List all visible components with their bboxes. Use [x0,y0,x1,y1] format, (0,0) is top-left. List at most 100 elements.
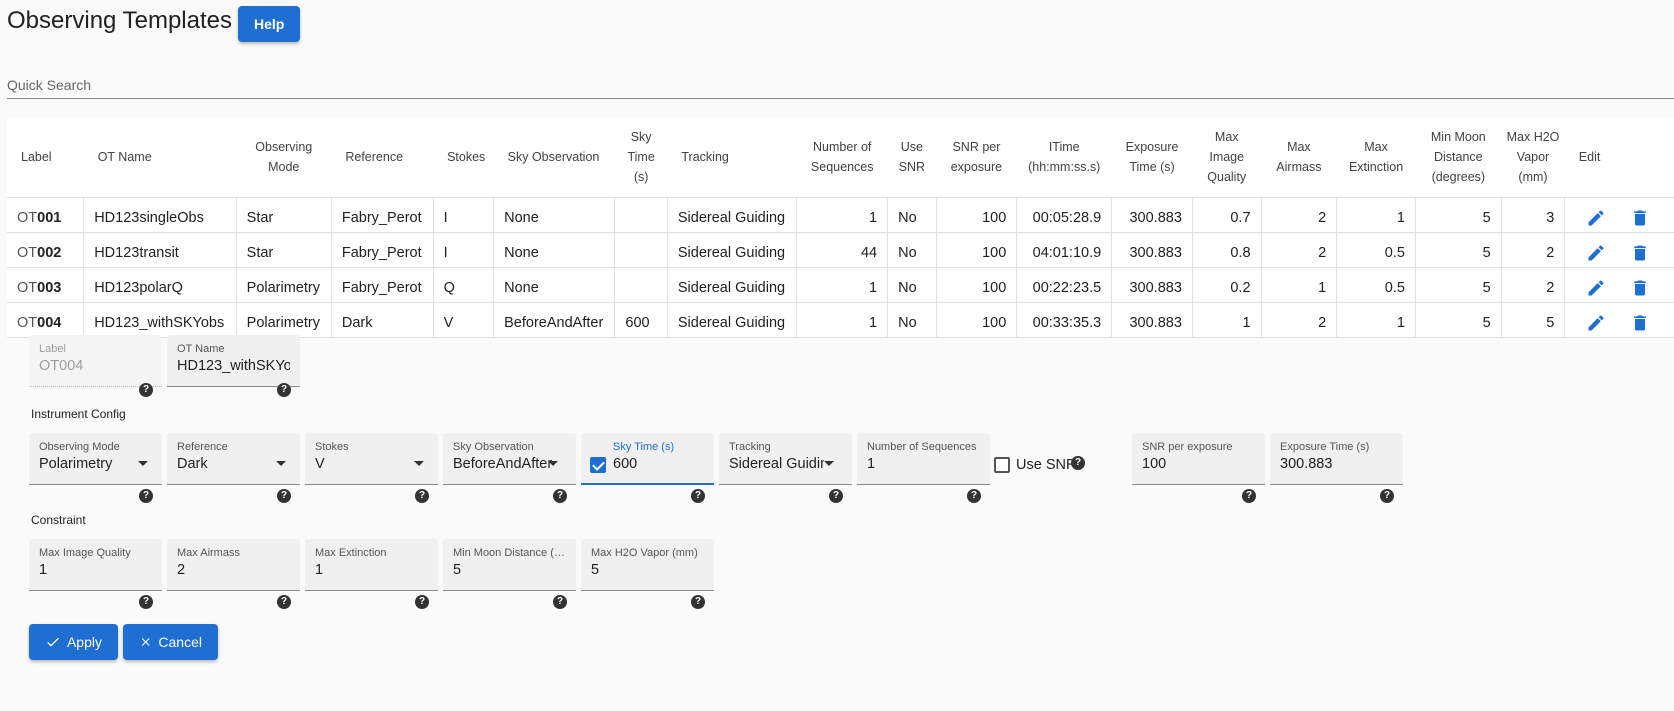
constraint-title: Constraint [31,513,86,527]
col-reference[interactable]: Reference [331,117,434,198]
cell-max-extinction: 1 [1336,302,1416,338]
max-airmass-input[interactable]: 2 [177,562,290,578]
tracking-select[interactable]: Tracking Sidereal Guiding [719,433,852,485]
col-label[interactable]: Label [7,117,84,198]
ot-name-input[interactable]: HD123_withSKYobs [177,358,290,374]
col-snr-per-exposure[interactable]: SNR per exposure [936,117,1017,198]
col-observing-mode[interactable]: Observing Mode [236,117,332,198]
num-sequences-input[interactable]: 1 [867,456,980,472]
trash-icon[interactable] [1629,207,1651,229]
label-number: 004 [37,314,62,331]
col-itime[interactable]: ITime (hh:mm:ss.s) [1016,117,1112,198]
help-icon-stokes[interactable]: ? [415,489,429,503]
apply-button[interactable]: Apply [29,624,118,660]
help-icon-max-h2o-vapor[interactable]: ? [691,595,705,609]
trash-icon[interactable] [1629,277,1651,299]
table-row[interactable]: OT004 HD123_withSKYobs Polarimetry Dark … [7,302,1674,338]
max-h2o-vapor-input[interactable]: 5 [591,562,704,578]
pencil-icon[interactable] [1585,312,1607,334]
trash-icon[interactable] [1629,312,1651,334]
label-prefix: OT [17,244,38,261]
help-icon-label[interactable]: ? [139,383,153,397]
help-icon-observing-mode[interactable]: ? [139,489,153,503]
pencil-icon[interactable] [1585,242,1607,264]
max-image-quality-input[interactable]: 1 [39,562,152,578]
cell-max-image-quality: 0.7 [1192,197,1262,233]
max-extinction-field[interactable]: Max Extinction 1 [305,539,438,591]
observing-mode-select[interactable]: Observing Mode Polarimetry [29,433,162,485]
col-sky-observation[interactable]: Sky Observation [493,117,615,198]
sky-time-input[interactable]: 600 [613,456,704,472]
trash-icon[interactable] [1629,242,1651,264]
num-sequences-field[interactable]: Number of Sequences 1 [857,433,990,485]
help-button[interactable]: Help [238,6,301,42]
max-image-quality-field[interactable]: Max Image Quality 1 [29,539,162,591]
help-icon-snr-per-exposure[interactable]: ? [1242,489,1256,503]
label-prefix: OT [17,279,38,296]
close-icon [141,638,150,646]
exposure-time-field[interactable]: Exposure Time (s) 300.883 [1270,433,1403,485]
exposure-time-input[interactable]: 300.883 [1280,456,1393,472]
max-h2o-vapor-field[interactable]: Max H2O Vapor (mm) 5 [581,539,714,591]
col-tracking[interactable]: Tracking [667,117,797,198]
help-icon-use-snr[interactable]: ? [1071,456,1085,470]
cell-ot-name: HD123polarQ [83,267,237,303]
min-moon-distance-input[interactable]: 5 [453,562,566,578]
cell-max-h2o-vapor: 2 [1501,267,1566,303]
col-num-sequences[interactable]: Number of Sequences [796,117,888,198]
pencil-icon[interactable] [1585,277,1607,299]
use-snr-checkbox[interactable] [994,457,1010,473]
help-icon-sky-time[interactable]: ? [691,489,705,503]
col-use-snr[interactable]: Use SNR [887,117,937,198]
max-airmass-field[interactable]: Max Airmass 2 [167,539,300,591]
cell-ot-name: HD123singleObs [83,197,237,233]
snr-per-exposure-field[interactable]: SNR per exposure 100 [1132,433,1265,485]
chevron-down-icon [138,461,148,466]
help-icon-tracking[interactable]: ? [829,489,843,503]
min-moon-distance-field[interactable]: Min Moon Distance (deg... 5 [443,539,576,591]
help-icon-exposure-time[interactable]: ? [1380,489,1394,503]
help-icon-ot-name[interactable]: ? [277,383,291,397]
pencil-icon[interactable] [1585,207,1607,229]
cell-exposure-time: 300.883 [1111,267,1193,303]
cancel-button[interactable]: Cancel [123,624,218,660]
help-icon-reference[interactable]: ? [277,489,291,503]
cell-max-extinction: 1 [1336,197,1416,233]
sky-time-checkbox[interactable] [590,457,606,473]
reference-select[interactable]: Reference Dark [167,433,300,485]
quick-search [7,72,1674,99]
help-icon-sky-observation[interactable]: ? [553,489,567,503]
help-icon-max-image-quality[interactable]: ? [139,595,153,609]
quick-search-input[interactable] [7,72,1674,98]
cell-max-image-quality: 0.2 [1192,267,1262,303]
cell-sky-time [614,267,668,303]
cell-sky-observation: None [493,267,616,303]
col-max-image-quality[interactable]: Max Image Quality [1192,117,1262,198]
cell-max-image-quality: 1 [1192,302,1262,338]
help-icon-num-sequences[interactable]: ? [967,489,981,503]
max-extinction-input[interactable]: 1 [315,562,428,578]
snr-per-exposure-input[interactable]: 100 [1142,456,1255,472]
cell-exposure-time: 300.883 [1111,232,1193,268]
ot-name-field[interactable]: OT Name HD123_withSKYobs [167,335,300,387]
cell-max-extinction: 0.5 [1336,232,1416,268]
help-icon-max-airmass[interactable]: ? [277,595,291,609]
help-icon-max-extinction[interactable]: ? [415,595,429,609]
table-row[interactable]: OT003 HD123polarQ Polarimetry Fabry_Pero… [7,267,1674,303]
col-min-moon-distance[interactable]: Min Moon Distance (degrees) [1415,117,1502,198]
table-row[interactable]: OT001 HD123singleObs Star Fabry_Perot I … [7,197,1674,233]
col-edit: Edit [1564,117,1674,198]
col-exposure-time[interactable]: Exposure Time (s) [1111,117,1193,198]
col-max-airmass[interactable]: Max Airmass [1261,117,1337,198]
col-sky-time[interactable]: Sky Time (s) [614,117,668,198]
col-max-extinction[interactable]: Max Extinction [1336,117,1416,198]
col-ot-name[interactable]: OT Name [83,117,237,198]
sky-observation-select[interactable]: Sky Observation BeforeAndAfter [443,433,576,485]
table-row[interactable]: OT002 HD123transit Star Fabry_Perot I No… [7,232,1674,268]
page-header: Observing Templates Help [7,6,301,42]
col-max-h2o-vapor[interactable]: Max H2O Vapor (mm) [1501,117,1565,198]
help-icon-min-moon-distance[interactable]: ? [553,595,567,609]
cell-min-moon-distance: 5 [1415,267,1502,303]
stokes-select[interactable]: Stokes V [305,433,438,485]
col-stokes[interactable]: Stokes [433,117,494,198]
